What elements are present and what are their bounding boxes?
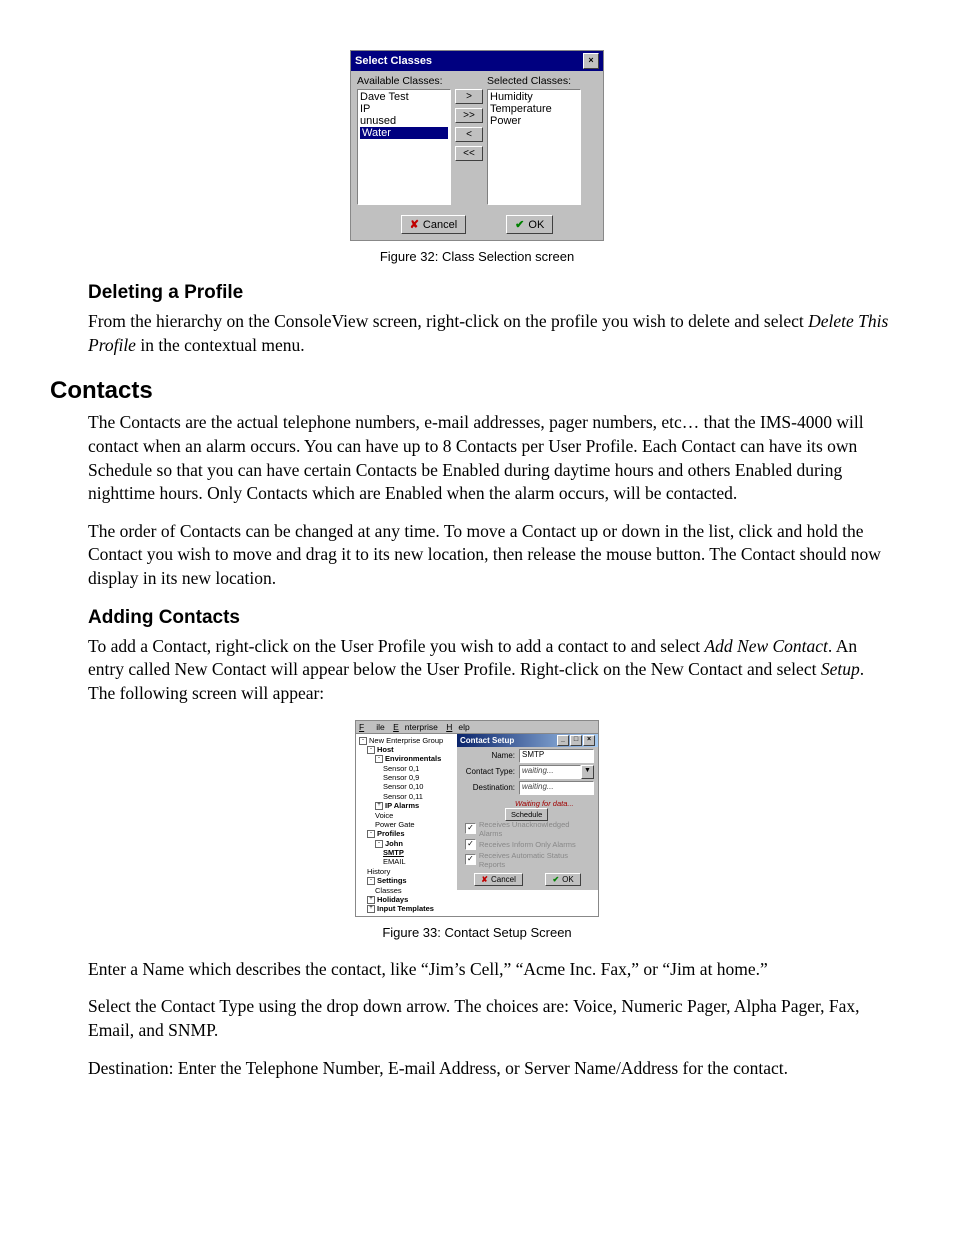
checkbox-icon[interactable]: ✓ [465,823,476,834]
maximize-icon[interactable]: □ [570,735,582,746]
checkbox-label: Receives Automatic Status Reports [479,851,594,869]
cancel-label: Cancel [423,219,457,231]
heading-adding-contacts: Adding Contacts [88,607,894,629]
close-icon[interactable]: × [583,735,595,746]
paragraph: Enter a Name which describes the contact… [88,958,894,982]
figure-caption: Figure 32: Class Selection screen [50,249,904,264]
checkbox-icon[interactable]: ✓ [465,854,476,865]
check-icon: ✔ [552,875,559,884]
name-label: Name: [461,751,519,760]
x-icon: ✘ [410,218,419,231]
available-label: Available Classes: [357,75,451,87]
checkbox-label: Receives Unacknowledged Alarms [479,820,594,838]
tree-node: -Host [359,745,455,754]
check-icon: ✔ [515,218,524,231]
paragraph: The order of Contacts can be changed at … [88,520,894,591]
text: To add a Contact, right-click on the Use… [88,636,704,656]
selected-label: Selected Classes: [487,75,581,87]
tree-node[interactable]: Sensor 0,11 [359,792,455,801]
chevron-down-icon[interactable]: ▼ [581,765,594,779]
tree-node: -Profiles [359,829,455,838]
move-left-button[interactable]: < [455,127,483,142]
list-item[interactable]: unused [360,115,448,127]
checkbox-row[interactable]: ✓ Receives Automatic Status Reports [457,850,598,869]
ok-label: OK [562,875,574,884]
list-item[interactable]: Humidity [490,91,578,103]
dialog-title: Select Classes [355,55,432,67]
ok-label: OK [528,219,544,231]
figure-caption: Figure 33: Contact Setup Screen [50,925,904,940]
text: in the contextual menu. [136,335,305,355]
tree-node[interactable]: History [359,867,455,876]
list-item-selected[interactable]: Water [360,127,448,139]
list-item[interactable]: Dave Test [360,91,448,103]
paragraph: The Contacts are the actual telephone nu… [88,411,894,506]
tree-node: -Environmentals [359,754,455,763]
checkbox-row[interactable]: ✓ Receives Inform Only Alarms [457,838,598,850]
panel-title: Contact Setup [460,736,514,745]
tree-node-selected[interactable]: SMTP [359,848,455,857]
move-all-right-button[interactable]: >> [455,108,483,123]
destination-input[interactable]: waiting... [519,781,594,795]
selected-listbox[interactable]: Humidity Temperature Power [487,89,581,205]
cancel-button[interactable]: ✘ Cancel [401,215,466,234]
list-item[interactable]: Temperature [490,103,578,115]
text: From the hierarchy on the ConsoleView sc… [88,311,808,331]
tree-node[interactable]: EMAIL [359,857,455,866]
tree-node: +IP Alarms [359,801,455,810]
contact-setup-window: File Enterprise Help -New Enterprise Gro… [355,720,599,917]
list-item[interactable]: Power [490,115,578,127]
tree-node[interactable]: Voice [359,811,455,820]
cancel-label: Cancel [491,875,516,884]
destination-label: Destination: [461,783,519,792]
checkbox-row[interactable]: ✓ Receives Unacknowledged Alarms [457,819,598,838]
tree-node[interactable]: Power Gate [359,820,455,829]
tree-node[interactable]: Sensor 0,9 [359,773,455,782]
checkbox-label: Receives Inform Only Alarms [479,840,576,849]
tree-node[interactable]: Sensor 0,1 [359,764,455,773]
paragraph: To add a Contact, right-click on the Use… [88,635,894,706]
tree-node: +Input Templates [359,904,455,913]
ok-button[interactable]: ✔ OK [545,873,580,886]
menu-file[interactable]: File [359,722,385,732]
available-listbox[interactable]: Dave Test IP unused Water [357,89,451,205]
tree-node[interactable]: Sensor 0,10 [359,782,455,791]
tree-node: -John [359,839,455,848]
tree-node: -Settings [359,876,455,885]
heading-deleting-profile: Deleting a Profile [88,282,894,304]
close-icon[interactable]: × [583,53,599,69]
tree-view[interactable]: -New Enterprise Group -Host -Environment… [356,734,457,916]
move-all-left-button[interactable]: << [455,146,483,161]
checkbox-icon[interactable]: ✓ [465,839,476,850]
move-right-button[interactable]: > [455,89,483,104]
menu-enterprise[interactable]: Enterprise [393,722,438,732]
menu-help[interactable]: Help [446,722,469,732]
ok-button[interactable]: ✔ OK [506,215,553,234]
type-select[interactable]: waiting... [519,765,581,779]
text-italic: Add New Contact [704,636,827,656]
x-icon: ✘ [481,875,488,884]
name-input[interactable]: SMTP [519,749,594,763]
dialog-titlebar: Select Classes × [351,51,603,71]
paragraph: Select the Contact Type using the drop d… [88,995,894,1042]
cancel-button[interactable]: ✘ Cancel [474,873,523,886]
paragraph: From the hierarchy on the ConsoleView sc… [88,310,894,357]
minimize-icon[interactable]: _ [557,735,569,746]
select-classes-dialog: Select Classes × Available Classes: Dave… [350,50,604,241]
type-label: Contact Type: [461,767,519,776]
paragraph: Destination: Enter the Telephone Number,… [88,1057,894,1081]
heading-contacts: Contacts [50,377,904,405]
tree-node: +Holidays [359,895,455,904]
list-item[interactable]: IP [360,103,448,115]
panel-titlebar: Contact Setup _ □ × [457,734,598,747]
tree-node: -New Enterprise Group [359,736,455,745]
contact-setup-panel: Contact Setup _ □ × Name: SMTP Contact T… [457,734,598,890]
menubar[interactable]: File Enterprise Help [356,721,598,734]
tree-node[interactable]: Classes [359,886,455,895]
text-italic: Setup [821,659,860,679]
